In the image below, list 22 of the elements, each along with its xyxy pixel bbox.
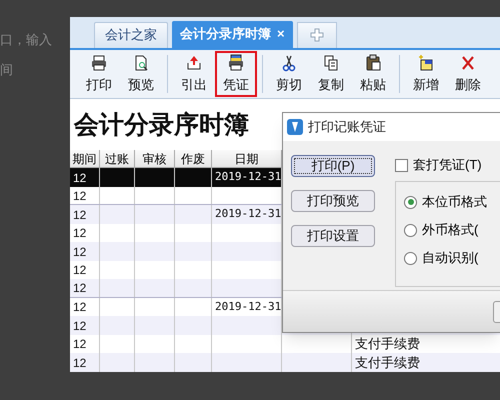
background-text: 间 [0,60,14,78]
radio-label: 外币格式( [422,221,478,240]
dialog-title: 打印记账凭证 [308,118,386,136]
table-cell-text: 2019-12-31 [215,206,282,222]
table-cell-text: 2019-12-31 [215,298,282,315]
background-text: 口，输入 [0,31,52,49]
table-cell-text: 12 [73,318,86,335]
table-cell-text: 12 [73,280,86,298]
table-cell-text: 12 [73,336,86,354]
checkbox-label: 套打凭证(T) [413,156,482,174]
table-cell-text: 12 [73,206,86,224]
table-cell-text: 2019-12-31 [215,169,282,186]
table-cell-text: 12 [73,188,86,205]
table-cell-text: 支付手续费 [355,354,420,372]
table-cell-text: 12 [73,262,86,280]
radio-label: 自动识别( [422,249,478,268]
table-cell-text: 12 [73,170,86,187]
table-cell-text: 12 [73,299,86,316]
table-cell-text: 支付手续费 [355,335,420,354]
table-cell-text: 12 [73,225,86,242]
table-cell-text: 12 [73,244,86,261]
table-cell-text: 12 [73,354,86,372]
